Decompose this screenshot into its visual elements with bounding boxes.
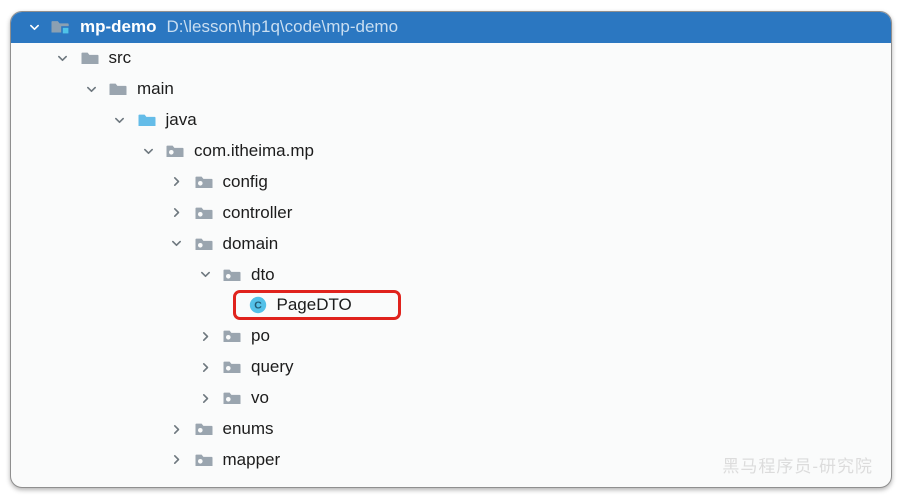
tree-item-config[interactable]: config xyxy=(11,166,891,197)
tree-item-vo[interactable]: vo xyxy=(11,383,891,414)
folder-icon xyxy=(107,79,129,99)
tree-item-controller[interactable]: controller xyxy=(11,197,891,228)
tree-item-label: java xyxy=(166,110,197,130)
project-path: D:\lesson\hp1q\code\mp-demo xyxy=(167,17,399,37)
package-icon xyxy=(221,265,243,285)
tree-item-label: domain xyxy=(223,234,279,254)
source-folder-icon xyxy=(136,110,158,130)
tree-item-label: config xyxy=(223,172,268,192)
chevron-right-icon[interactable] xyxy=(167,172,187,192)
tree-item-label: po xyxy=(251,326,270,346)
tree-item-label: mapper xyxy=(223,450,281,470)
package-icon xyxy=(164,141,186,161)
chevron-down-icon[interactable] xyxy=(195,265,215,285)
tree-item-java[interactable]: java xyxy=(11,105,891,136)
tree-item-label: vo xyxy=(251,388,269,408)
chevron-down-icon[interactable] xyxy=(81,79,101,99)
tree-item-query[interactable]: query xyxy=(11,352,891,383)
tree-item-label: query xyxy=(251,357,294,377)
highlight-box: C PageDTO xyxy=(233,290,401,320)
class-icon: C xyxy=(247,295,269,315)
tree-item-pagedto[interactable]: C PageDTO xyxy=(11,290,891,321)
chevron-right-icon[interactable] xyxy=(195,357,215,377)
package-icon xyxy=(193,450,215,470)
package-icon xyxy=(221,357,243,377)
watermark: 黑马程序员-研究院 xyxy=(722,452,873,477)
tree-item-label: PageDTO xyxy=(277,295,352,315)
chevron-down-icon[interactable] xyxy=(53,48,73,68)
tree-item-src[interactable]: src xyxy=(11,43,891,74)
project-folder-icon xyxy=(50,17,72,37)
tree-item-label: com.itheima.mp xyxy=(194,141,314,161)
chevron-down-icon[interactable] xyxy=(24,17,44,37)
chevron-down-icon[interactable] xyxy=(138,141,158,161)
package-icon xyxy=(193,419,215,439)
tree-item-label: src xyxy=(109,48,132,68)
project-tree-panel: mp-demo D:\lesson\hp1q\code\mp-demo srcmai… xyxy=(10,11,892,488)
tree-item-domain[interactable]: domain xyxy=(11,228,891,259)
chevron-right-icon[interactable] xyxy=(195,388,215,408)
chevron-right-icon[interactable] xyxy=(195,326,215,346)
tree-item-enums[interactable]: enums xyxy=(11,414,891,445)
tree-item-label: main xyxy=(137,79,174,99)
tree-item-label: dto xyxy=(251,265,275,285)
tree-item-po[interactable]: po xyxy=(11,321,891,352)
folder-icon xyxy=(79,48,101,68)
chevron-down-icon[interactable] xyxy=(167,234,187,254)
package-icon xyxy=(221,326,243,346)
tree-item-label: enums xyxy=(223,419,274,439)
tree-item-dto[interactable]: dto xyxy=(11,259,891,290)
package-icon xyxy=(193,172,215,192)
tree-item-label: mp-demo xyxy=(80,17,157,37)
package-icon xyxy=(193,203,215,223)
tree-item-mp-demo[interactable]: mp-demo D:\lesson\hp1q\code\mp-demo xyxy=(11,12,891,43)
project-tree: mp-demo D:\lesson\hp1q\code\mp-demo srcmai… xyxy=(11,12,891,475)
package-icon xyxy=(193,234,215,254)
tree-item-main[interactable]: main xyxy=(11,74,891,105)
tree-item-label: controller xyxy=(223,203,293,223)
chevron-down-icon[interactable] xyxy=(110,110,130,130)
chevron-right-icon[interactable] xyxy=(167,203,187,223)
svg-text:C: C xyxy=(254,300,262,312)
package-icon xyxy=(221,388,243,408)
chevron-right-icon[interactable] xyxy=(167,450,187,470)
tree-item-com-itheima-mp[interactable]: com.itheima.mp xyxy=(11,136,891,167)
chevron-right-icon[interactable] xyxy=(167,419,187,439)
